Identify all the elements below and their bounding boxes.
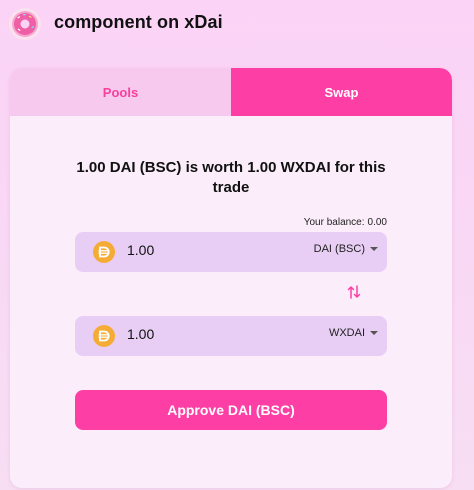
balance-readout: Your balance: 0.00 (301, 217, 387, 228)
dai-coin-icon (93, 325, 115, 347)
tab-pools[interactable]: Pools (10, 68, 231, 116)
tab-bar: Pools Swap (10, 68, 452, 116)
balance-value: 0.00 (367, 217, 387, 228)
from-token-select[interactable]: DAI (BSC) (314, 243, 378, 255)
balance-label: Your balance: (303, 217, 365, 228)
app-title: component on xDai (54, 12, 223, 32)
from-amount-input[interactable] (127, 242, 247, 258)
app-header: component on xDai (0, 0, 474, 48)
tab-swap[interactable]: Swap (231, 68, 452, 116)
swap-arrows-icon[interactable] (347, 284, 361, 300)
from-token-label: DAI (BSC) (313, 243, 365, 255)
to-token-select[interactable]: WXDAI (329, 327, 378, 339)
to-token-field: WXDAI (75, 316, 387, 356)
chevron-down-icon (370, 331, 378, 335)
chevron-down-icon (370, 247, 378, 251)
trade-rate-message: 1.00 DAI (BSC) is worth 1.00 WXDAI for t… (76, 159, 386, 196)
dai-coin-icon (93, 241, 115, 263)
donut-logo-icon (9, 8, 41, 40)
approve-button[interactable]: Approve DAI (BSC) (75, 390, 387, 430)
from-token-field: DAI (BSC) (75, 232, 387, 272)
swap-card: Pools Swap 1.00 DAI (BSC) is worth 1.00 … (10, 68, 452, 488)
to-token-label: WXDAI (328, 327, 365, 339)
to-amount-input[interactable] (127, 326, 247, 342)
